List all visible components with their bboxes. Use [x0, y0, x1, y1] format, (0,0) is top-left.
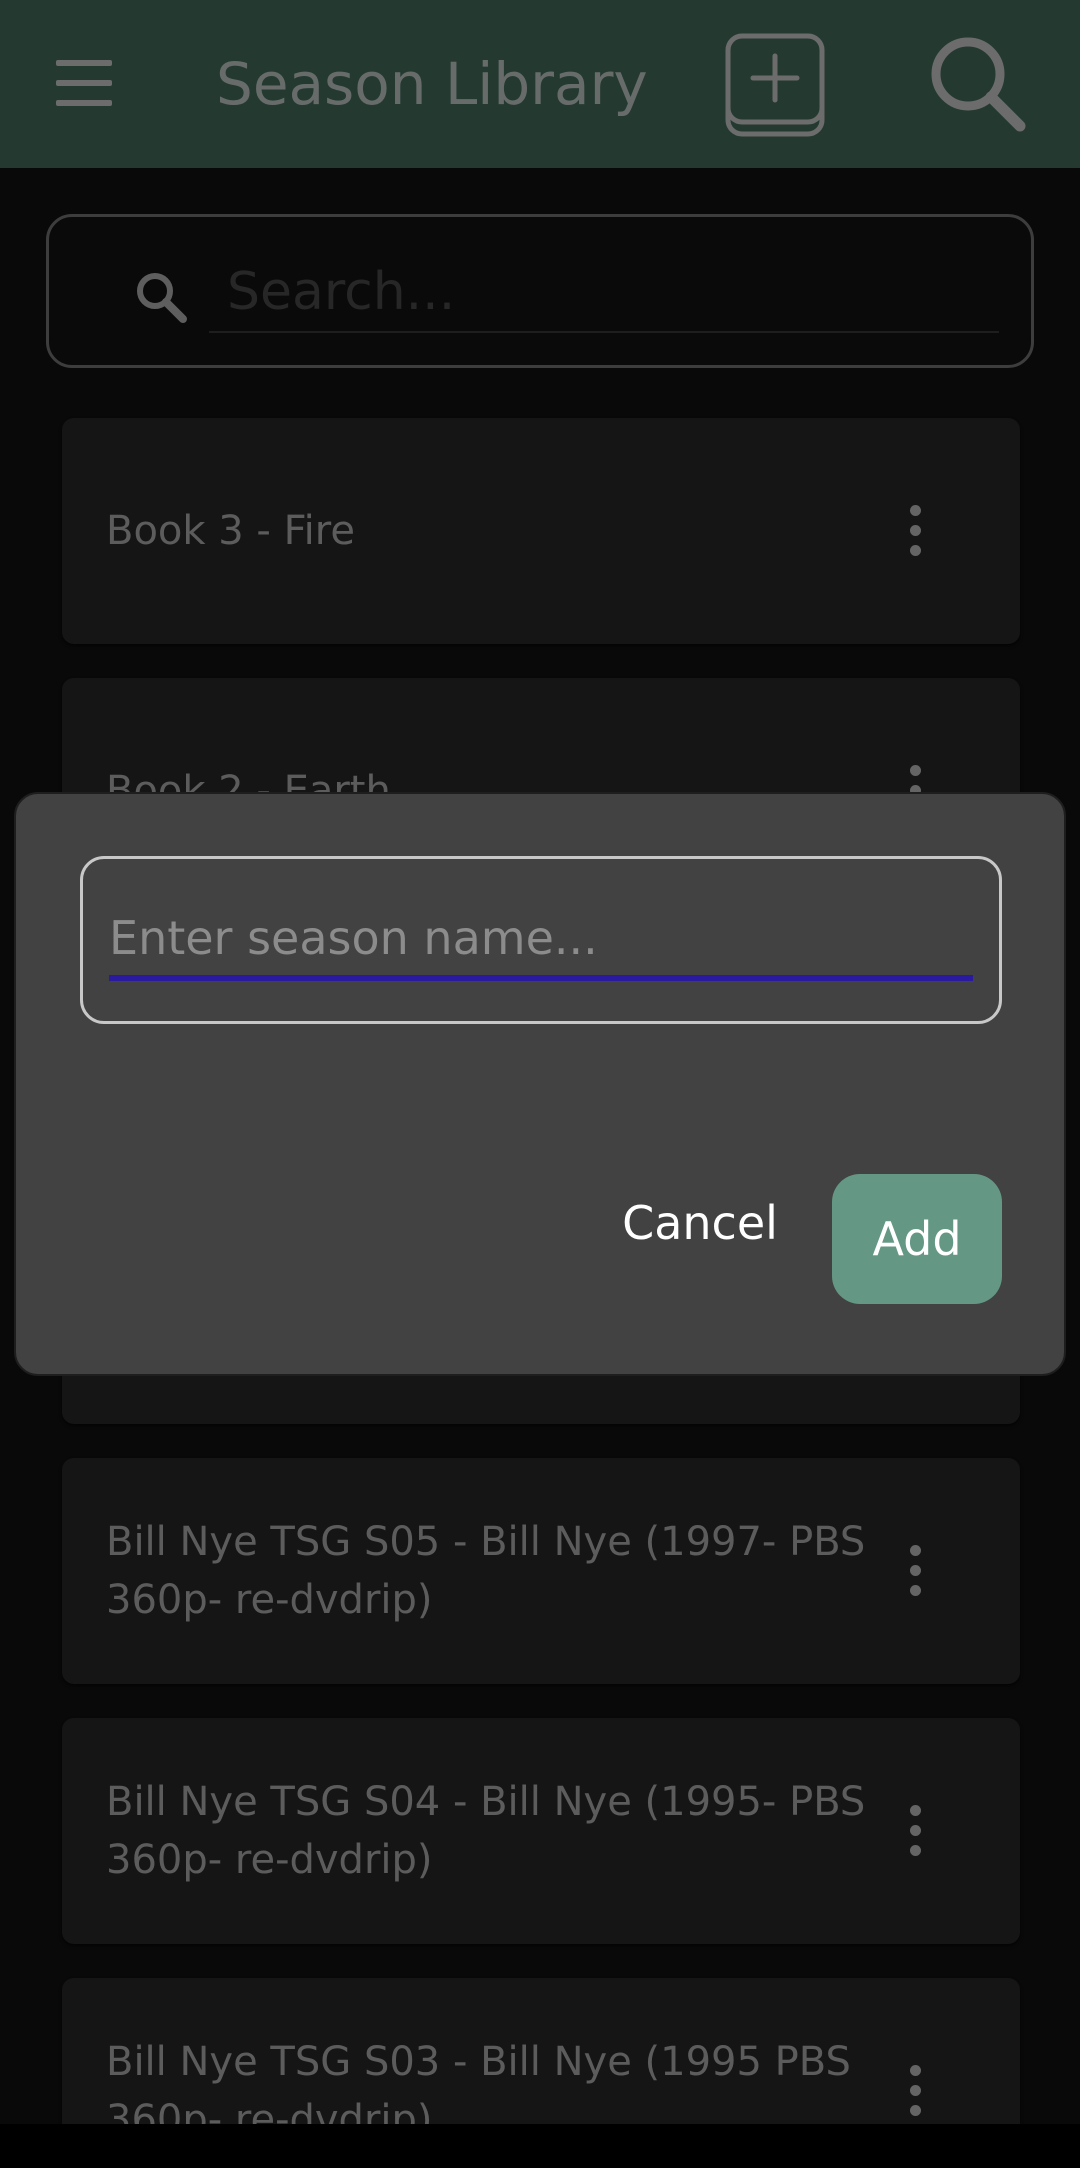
season-name-input[interactable] — [109, 901, 973, 981]
season-name-field — [80, 856, 1002, 1024]
cancel-button[interactable]: Cancel — [602, 1174, 798, 1272]
season-library-screen: Season Library Book 3 - Fir — [0, 0, 1080, 2168]
add-season-dialog: Cancel Add — [14, 792, 1066, 1376]
bottom-edge — [0, 2124, 1080, 2168]
add-button[interactable]: Add — [832, 1174, 1002, 1304]
